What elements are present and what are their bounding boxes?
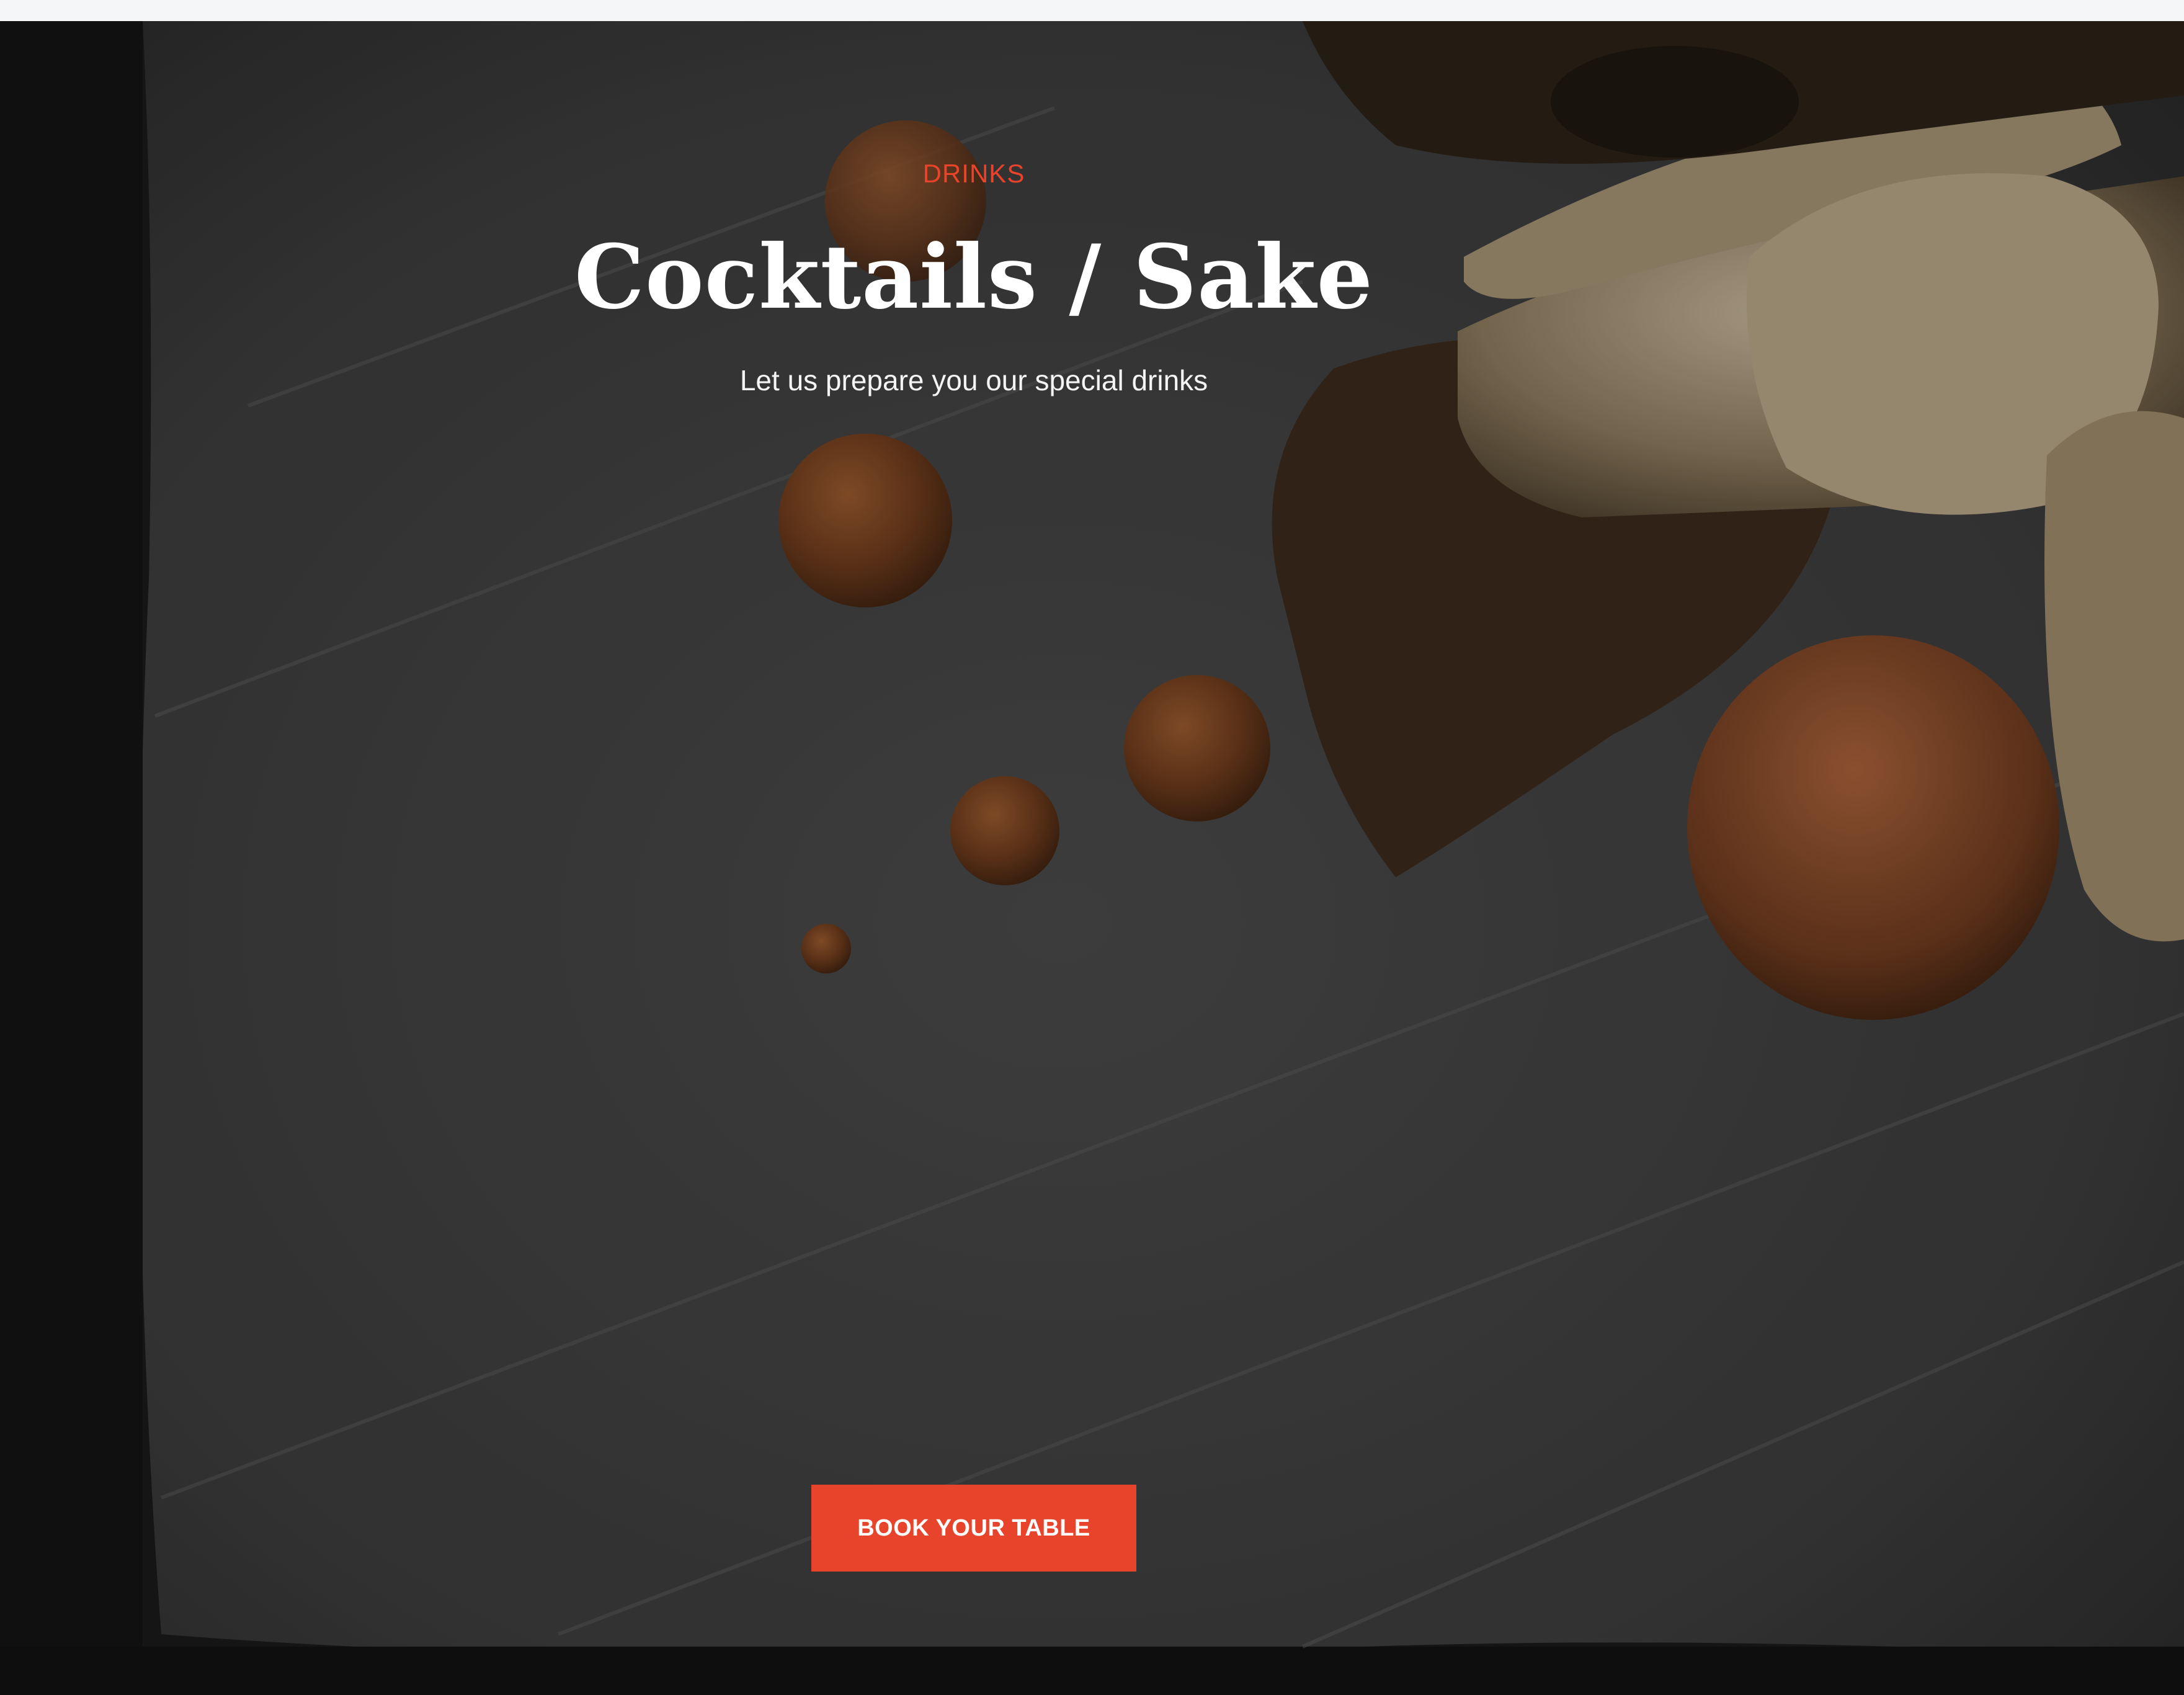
hero-section: DRINKS Cocktails / Sake Let us prepare y… (0, 21, 2184, 1695)
section-eyebrow: DRINKS (922, 159, 1025, 188)
browser-top-strip (0, 0, 2184, 21)
page-title: Cocktails / Sake (574, 226, 1374, 329)
hero-content: DRINKS Cocktails / Sake Let us prepare y… (0, 21, 2184, 1695)
book-table-button[interactable]: BOOK YOUR TABLE (811, 1485, 1136, 1572)
hero-subtitle: Let us prepare you our special drinks (739, 364, 1208, 396)
